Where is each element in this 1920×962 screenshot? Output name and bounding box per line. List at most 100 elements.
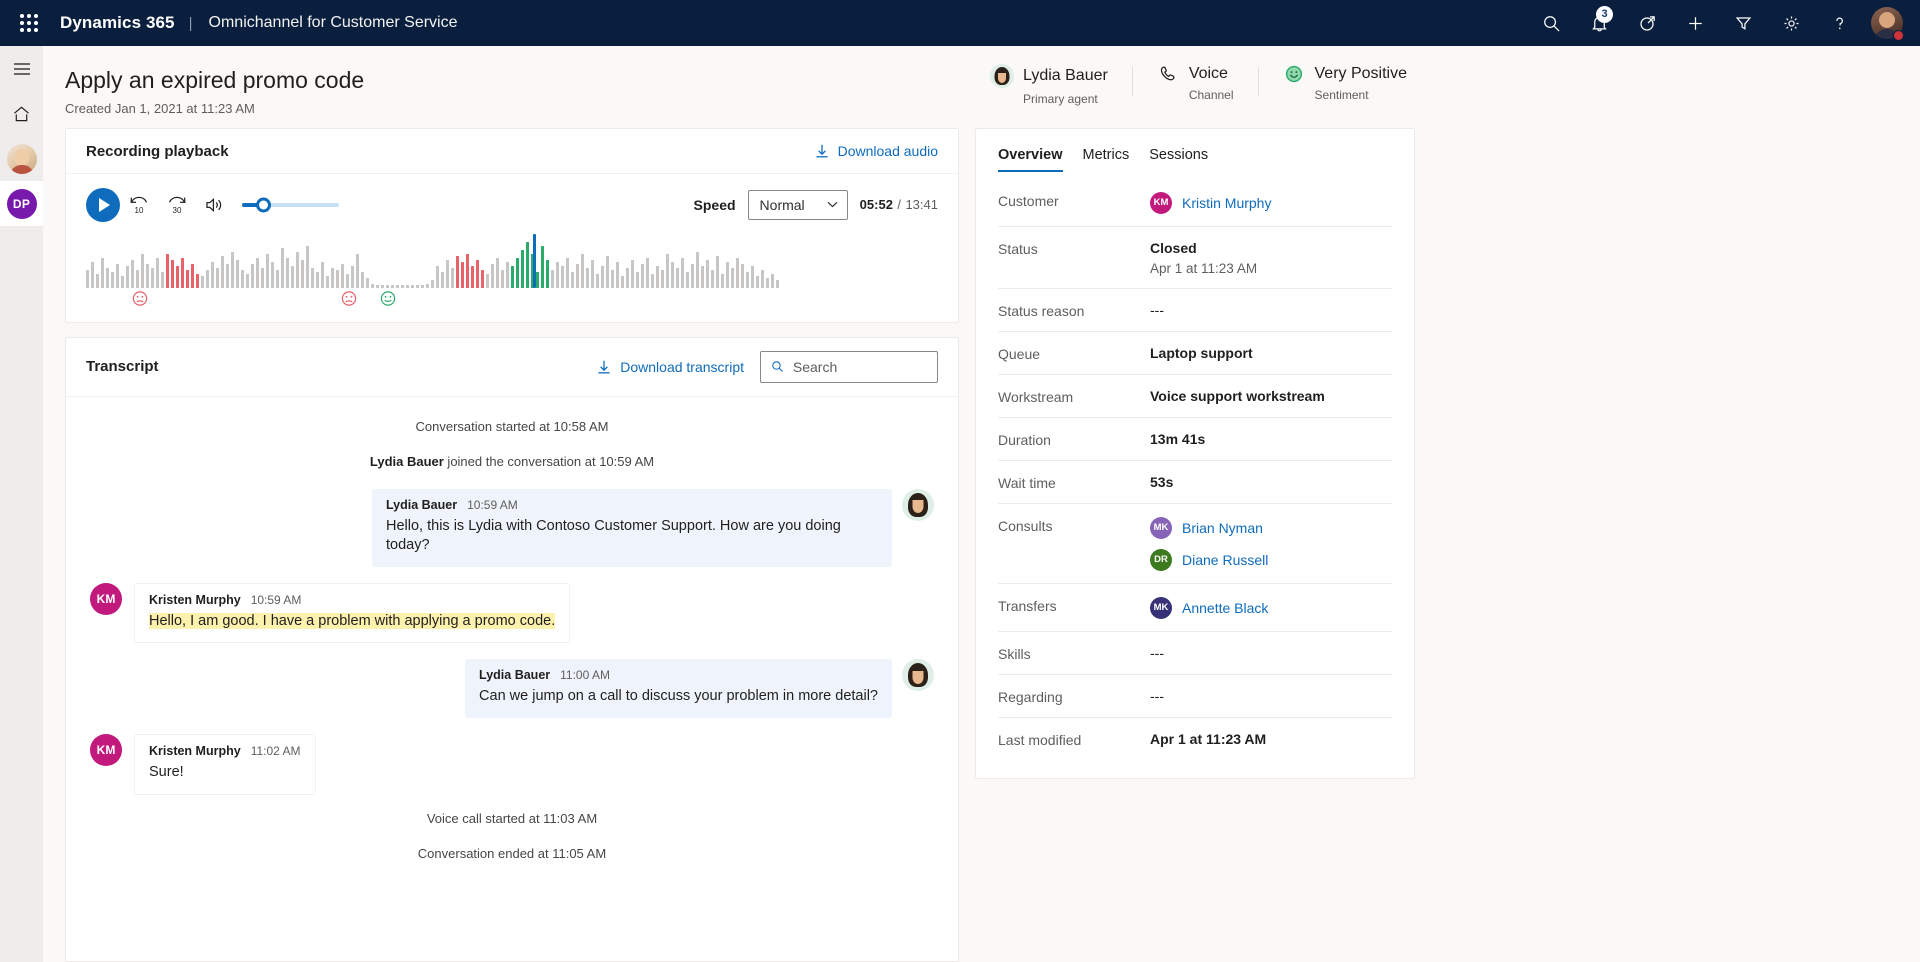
waveform-bar [346, 273, 349, 288]
message-timestamp: 10:59 AM [250, 592, 302, 607]
primary-agent-name: Lydia Bauer [1023, 67, 1108, 84]
primary-agent-caption: Primary agent [1023, 92, 1098, 106]
download-transcript-label: Download transcript [620, 358, 744, 375]
waveform-bar [326, 275, 329, 288]
svg-text:10: 10 [135, 206, 144, 215]
download-transcript-button[interactable]: Download transcript [596, 359, 744, 375]
sidebar-item-home[interactable] [0, 91, 43, 136]
message-text: Hello, I am good. I have a problem with … [149, 612, 556, 629]
person-name-link[interactable]: Diane Russell [1182, 552, 1268, 568]
waveform-bar [221, 255, 224, 288]
person-name-link[interactable]: Kristin Murphy [1182, 195, 1271, 211]
waveform-bar [271, 261, 274, 288]
detail-label: Queue [998, 345, 1041, 362]
person-name-link[interactable]: Brian Nyman [1182, 520, 1263, 536]
waveform-bar [451, 267, 454, 288]
waveform-bar [426, 283, 429, 288]
waveform-bar [656, 265, 659, 288]
notification-bell-icon[interactable]: 3 [1576, 0, 1622, 46]
channel-caption: Channel [1188, 88, 1234, 102]
speed-select[interactable]: Normal [747, 189, 848, 220]
tab-overview[interactable]: Overview [998, 139, 1073, 172]
waveform-bar [566, 257, 569, 288]
waveform-bar [291, 265, 294, 288]
waveform-bar [546, 259, 549, 288]
waveform-bars[interactable] [86, 240, 938, 288]
waveform-bar [311, 267, 314, 288]
search-input[interactable] [792, 358, 927, 375]
detail-row: Workstream Voice support workstream [998, 375, 1392, 418]
detail-row: Regarding --- [998, 675, 1392, 718]
person-chip[interactable]: MK Brian Nyman [1150, 516, 1392, 539]
waveform-bar [131, 259, 134, 288]
playback-controls: 10 30 Speed Normal 05:52 / 13:41 [86, 187, 938, 222]
brand-title: Dynamics 365 [60, 13, 175, 32]
waveform-bar [236, 259, 239, 288]
waveform-bar [516, 257, 519, 288]
person-chip[interactable]: MK Annette Black [1150, 596, 1392, 619]
filter-icon[interactable] [1720, 0, 1766, 46]
playhead[interactable] [533, 233, 537, 288]
forward-30-button[interactable]: 30 [158, 188, 196, 222]
volume-thumb[interactable] [256, 197, 271, 213]
gear-icon[interactable] [1768, 0, 1814, 46]
message-timestamp: 11:02 AM [250, 744, 301, 758]
user-avatar[interactable] [1864, 0, 1910, 46]
waveform-bar [686, 271, 689, 288]
person-chip[interactable]: KM Kristin Murphy [1150, 191, 1392, 214]
detail-label: Skills [998, 645, 1031, 662]
sidebar-item-agent-photo[interactable] [0, 136, 43, 181]
transcript-header: Transcript Download transcript [66, 338, 958, 397]
transcript-actions: Download transcript [596, 350, 938, 383]
waveform-bar [551, 269, 554, 288]
waveform-bar [571, 271, 574, 288]
transcript-search-box[interactable] [760, 350, 938, 383]
tab-metrics[interactable]: Metrics [1073, 139, 1140, 172]
app-name: Omnichannel for Customer Service [208, 14, 458, 31]
app-launcher-button[interactable] [8, 0, 50, 46]
person-chip[interactable]: DR Diane Russell [1150, 548, 1392, 571]
sentiment-marker-positive[interactable] [380, 290, 397, 312]
hamburger-menu-button[interactable] [0, 46, 43, 91]
tab-sessions[interactable]: Sessions [1139, 139, 1218, 172]
sentiment-marker-negative[interactable] [341, 290, 358, 312]
detail-label: Customer [998, 192, 1059, 209]
message-timestamp: 10:59 AM [467, 497, 518, 512]
chevron-down-icon [827, 202, 838, 208]
volume-slider[interactable] [242, 197, 339, 213]
waveform-bar [466, 253, 469, 288]
help-icon[interactable] [1816, 0, 1862, 46]
waveform-bar [776, 279, 779, 288]
waveform-bar [316, 271, 319, 288]
message-header: Lydia Bauer 11:00 AM [479, 668, 878, 682]
play-button[interactable] [86, 187, 120, 222]
person-name-link[interactable]: Annette Black [1182, 600, 1268, 616]
waveform-bar [366, 277, 369, 288]
waveform-bar [711, 269, 714, 288]
waveform-bar [226, 263, 229, 288]
waveform-bar [231, 251, 234, 288]
waveform-bar [591, 259, 594, 288]
waveform[interactable] [86, 233, 938, 306]
volume-icon[interactable] [196, 188, 234, 222]
search-icon[interactable] [1528, 0, 1574, 46]
fact-channel: Voice Channel [1131, 64, 1258, 102]
download-audio-button[interactable]: Download audio [814, 143, 938, 159]
plus-icon[interactable] [1672, 0, 1718, 46]
waveform-bar [371, 283, 374, 288]
waveform-bar [586, 267, 589, 288]
details-tabs: Overview Metrics Sessions [976, 129, 1414, 173]
waveform-bar [96, 273, 99, 288]
detail-value-text: 53s [1150, 473, 1174, 490]
relationship-assistant-icon[interactable] [1624, 0, 1670, 46]
sidebar-item-session-dp[interactable]: DP [0, 181, 43, 226]
waveform-bar [151, 267, 154, 288]
detail-row: Status reason --- [998, 289, 1392, 332]
waveform-bar [266, 253, 269, 288]
sentiment-marker-negative[interactable] [131, 290, 148, 312]
rewind-10-button[interactable]: 10 [120, 188, 158, 222]
waveform-bar [436, 265, 439, 288]
message-text-wrap: Sure! [149, 763, 301, 783]
waveform-bar [501, 269, 504, 288]
waveform-bar [261, 267, 264, 288]
